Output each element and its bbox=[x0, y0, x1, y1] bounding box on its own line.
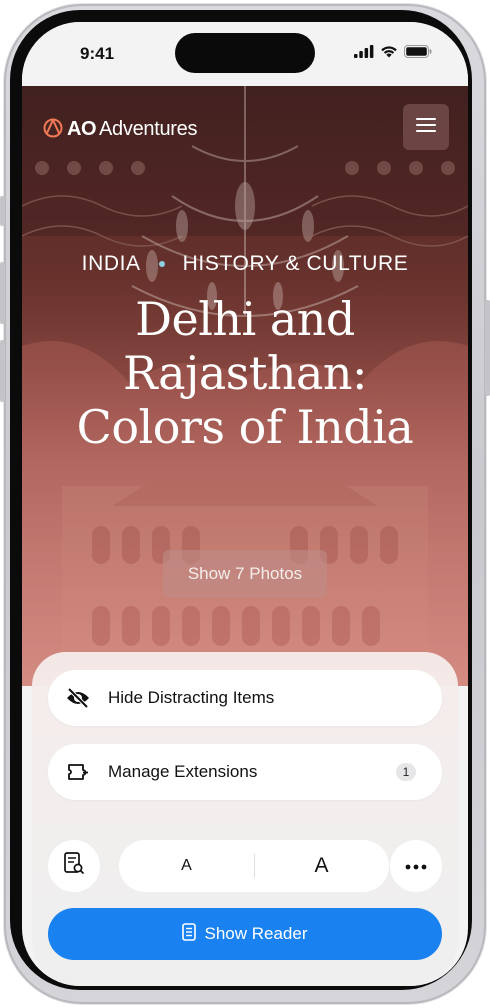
manage-extensions-button[interactable]: Manage Extensions 1 bbox=[48, 744, 442, 800]
action-button bbox=[0, 196, 5, 226]
show-reader-button[interactable]: Show Reader bbox=[48, 908, 442, 960]
battery-icon bbox=[404, 45, 432, 63]
more-options-button[interactable] bbox=[390, 840, 442, 892]
status-icons bbox=[354, 45, 432, 63]
status-bar: 9:41 bbox=[22, 22, 468, 86]
screen: 9:41 AO Adventures INDIA HISTORY & CULTU… bbox=[22, 22, 468, 986]
kicker-category[interactable]: HISTORY & CULTURE bbox=[183, 252, 409, 275]
ellipsis-icon bbox=[405, 857, 427, 875]
hamburger-icon bbox=[416, 117, 436, 138]
article-kicker: INDIA HISTORY & CULTURE bbox=[22, 252, 468, 276]
power-button bbox=[485, 300, 490, 396]
wifi-icon bbox=[380, 45, 398, 63]
logo-text: Adventures bbox=[99, 118, 198, 140]
kicker-region[interactable]: INDIA bbox=[82, 252, 141, 275]
page-menu-sheet: Hide Distracting Items Manage Extensions… bbox=[32, 652, 458, 986]
eye-slash-icon bbox=[48, 688, 108, 708]
manage-extensions-label: Manage Extensions bbox=[108, 762, 258, 781]
text-size-control: A A bbox=[119, 840, 389, 892]
hero-banner: AO Adventures INDIA HISTORY & CULTURE Del… bbox=[22, 86, 468, 686]
extensions-count-badge: 1 bbox=[396, 763, 416, 781]
show-photos-button[interactable]: Show 7 Photos bbox=[163, 550, 327, 598]
hide-distracting-items-button[interactable]: Hide Distracting Items bbox=[48, 670, 442, 726]
volume-up-button bbox=[0, 262, 5, 324]
site-menu-button[interactable] bbox=[403, 104, 449, 150]
dynamic-island bbox=[175, 33, 315, 73]
page-search-button[interactable] bbox=[48, 840, 100, 892]
increase-text-size-button[interactable]: A bbox=[254, 840, 389, 892]
hide-distracting-items-label: Hide Distracting Items bbox=[108, 688, 275, 707]
decrease-text-size-button[interactable]: A bbox=[119, 840, 254, 892]
reader-icon bbox=[182, 922, 197, 946]
article-headline: Delhi and Rajasthan: Colors of India bbox=[76, 292, 414, 454]
show-reader-label: Show Reader bbox=[204, 924, 308, 943]
extension-icon bbox=[48, 762, 108, 782]
logo-mark-icon bbox=[42, 116, 64, 143]
cellular-signal-icon bbox=[354, 45, 374, 63]
status-time: 9:41 bbox=[80, 44, 115, 63]
logo-mark: AO bbox=[67, 118, 97, 140]
site-logo[interactable]: AO Adventures bbox=[42, 116, 197, 143]
kicker-separator bbox=[158, 261, 165, 268]
volume-down-button bbox=[0, 340, 5, 402]
document-search-icon bbox=[63, 851, 85, 881]
